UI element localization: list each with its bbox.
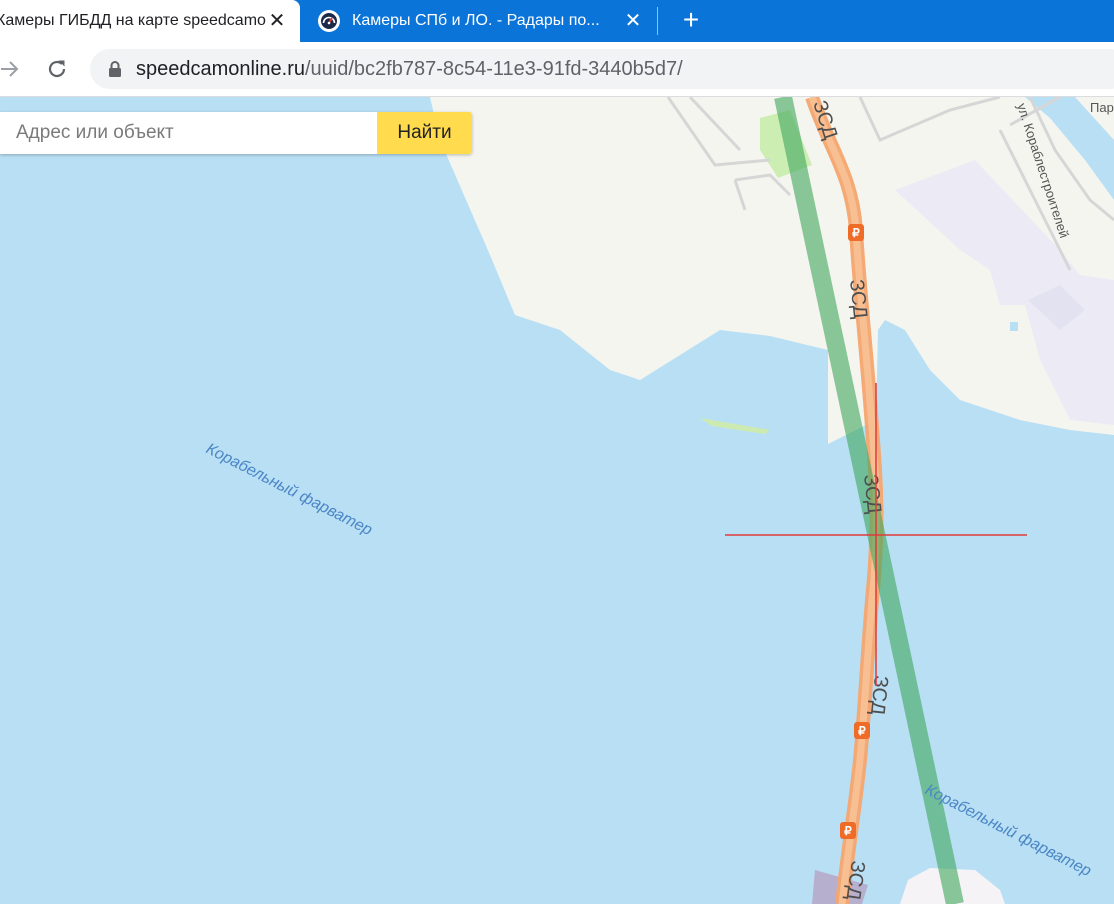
browser-toolbar: speedcamonline.ru/uuid/bc2fb787-8c54-11e… <box>0 42 1114 97</box>
pond <box>1010 322 1018 331</box>
url-host: speedcamonline.ru <box>136 57 305 80</box>
map-canvas[interactable]: ЗСД ЗСД ЗСД ЗСД ЗСД ₽ ₽ ₽ Корабельный фа… <box>0 97 1114 904</box>
address-search-input[interactable] <box>0 112 377 154</box>
reload-button[interactable] <box>42 54 72 84</box>
tab-cameras-spb[interactable]: Камеры СПб и ЛО. - Радары по... ✕ <box>300 0 656 42</box>
url-text: speedcamonline.ru/uuid/bc2fb787-8c54-11e… <box>136 58 683 81</box>
map-view[interactable]: ЗСД ЗСД ЗСД ЗСД ЗСД ₽ ₽ ₽ Корабельный фа… <box>0 97 1114 904</box>
toll-icon[interactable]: ₽ <box>840 822 856 839</box>
tab-separator <box>657 7 658 35</box>
new-tab-button[interactable]: + <box>674 3 708 37</box>
reload-icon <box>48 60 66 78</box>
road-label: ЗСД <box>859 473 885 515</box>
lock-icon <box>108 61 122 77</box>
street-label-partial: Пар <box>1090 100 1114 115</box>
toll-icon[interactable]: ₽ <box>854 722 870 739</box>
close-tab-icon[interactable]: ✕ <box>266 10 288 32</box>
tab-title: Камеры СПб и ЛО. - Радары по... <box>352 12 600 29</box>
tab-strip: Камеры ГИБДД на карте speedcamonline ✕ К… <box>0 0 1114 42</box>
toll-icon[interactable]: ₽ <box>848 224 864 241</box>
tab-speedcamonline[interactable]: Камеры ГИБДД на карте speedcamonline ✕ <box>0 0 300 42</box>
road-label: ЗСД <box>866 674 892 716</box>
tab-title: Камеры ГИБДД на карте speedcamonline <box>0 12 266 29</box>
toll-symbol: ₽ <box>858 724 866 738</box>
map-search-box: Найти <box>0 112 472 154</box>
back-arrow-icon <box>1 61 19 77</box>
speedometer-favicon-icon <box>318 10 340 32</box>
forward-button[interactable] <box>0 54 24 84</box>
toll-symbol: ₽ <box>844 824 852 838</box>
url-path: /uuid/bc2fb787-8c54-11e3-91fd-3440b5d7/ <box>305 57 683 80</box>
toll-symbol: ₽ <box>852 226 860 240</box>
find-button[interactable]: Найти <box>377 112 472 154</box>
road-label: ЗСД <box>845 278 871 320</box>
address-bar[interactable]: speedcamonline.ru/uuid/bc2fb787-8c54-11e… <box>90 49 1114 89</box>
close-tab-icon[interactable]: ✕ <box>622 10 644 32</box>
